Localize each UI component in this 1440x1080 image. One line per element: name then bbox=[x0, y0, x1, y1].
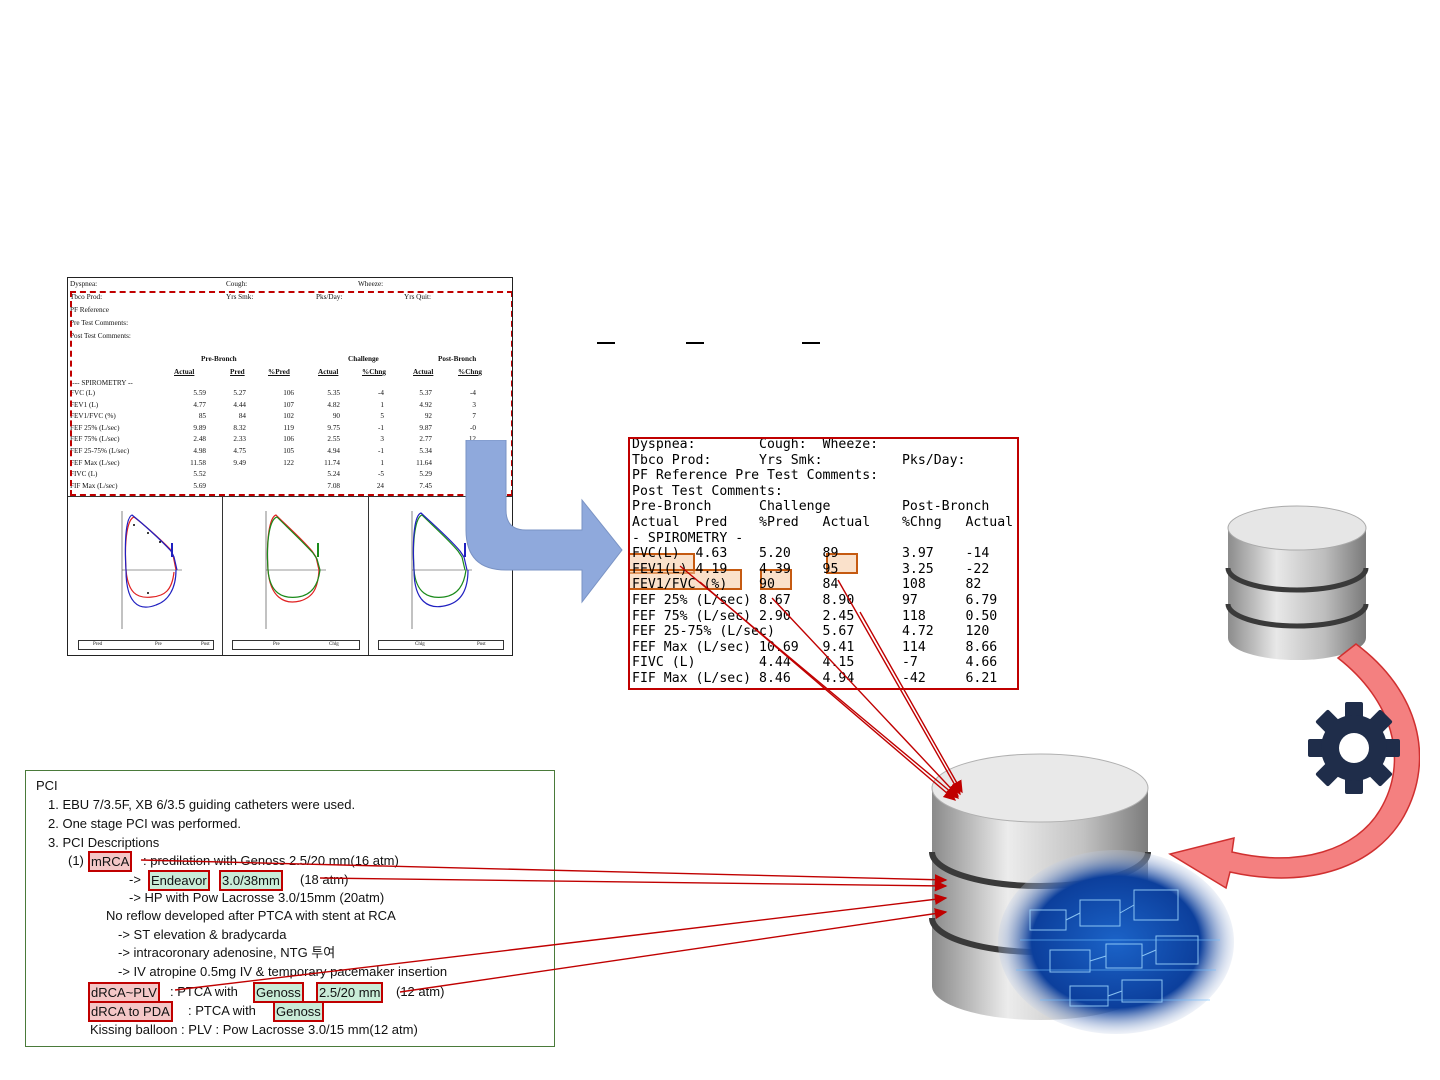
pci-desc-2-arrow: -> bbox=[129, 872, 141, 887]
flow-volume-graphs: Pred Pre Post Pre Chlg Chlg Post bbox=[68, 496, 512, 655]
legend-entry: Pred bbox=[93, 642, 103, 647]
pci-vessel-mrca: mRCA bbox=[88, 851, 133, 872]
pci-desc-3: -> HP with Pow Lacrosse 3.0/15mm (20atm) bbox=[129, 890, 385, 905]
ocr-line: FEF Max (L/sec) 10.69 9.41 114 8.66 bbox=[632, 639, 998, 655]
legend-entry: Chlg bbox=[329, 642, 339, 647]
pci-item-1: 1. EBU 7/3.5F, XB 6/3.5 guiding catheter… bbox=[48, 797, 356, 812]
pci-title: PCI bbox=[36, 778, 58, 793]
pci-desc-2-text: (18 atm) bbox=[300, 872, 349, 887]
ocr-line: Actual Pred %Pred Actual %Chng Actual bbox=[632, 515, 1014, 530]
pci-device-size: 2.5/20 mm bbox=[316, 982, 384, 1003]
dyspnea-label: Dyspnea: bbox=[70, 280, 98, 288]
gear-icon bbox=[1308, 702, 1400, 794]
legend-entry: Chlg bbox=[415, 642, 425, 647]
ocr-line: Post Test Comments: bbox=[632, 483, 783, 499]
flow-volume-loop-2 bbox=[265, 511, 326, 629]
ocr-line: Dyspnea: Cough: Wheeze: bbox=[632, 437, 879, 452]
legend-entry: Post bbox=[477, 642, 486, 647]
dash-mark-1 bbox=[597, 342, 615, 344]
ocr-line: FEF 75% (L/sec) 2.90 2.45 118 0.50 bbox=[632, 608, 998, 624]
pci-desc-8-mid: : PTCA with bbox=[170, 984, 238, 999]
pci-desc-7: -> IV atropine 0.5mg IV & temporary pace… bbox=[118, 964, 448, 979]
legend-entry: Pre bbox=[273, 642, 280, 647]
pci-report-box: PCI 1. EBU 7/3.5F, XB 6/3.5 guiding cath… bbox=[25, 770, 555, 1047]
pci-desc-1-prefix: (1) bbox=[68, 853, 84, 868]
cough-label: Cough: bbox=[226, 280, 248, 288]
ocr-line: - SPIROMETRY - bbox=[632, 530, 744, 546]
flow-volume-loop-1 bbox=[121, 511, 182, 629]
ocr-text-box: Dyspnea: Cough: Wheeze: Tbco Prod: Yrs Sm… bbox=[628, 437, 1019, 690]
pci-device-genoss-2: Genoss bbox=[273, 1001, 324, 1022]
dashed-selection-box bbox=[70, 291, 512, 496]
pci-desc-8-text: (12 atm) bbox=[396, 984, 445, 999]
pci-vessel-drca-pda: dRCA to PDA bbox=[88, 1001, 173, 1022]
pci-desc-1-text: : predilation with Genoss 2.5/20 mm(16 a… bbox=[143, 853, 399, 868]
ocr-line: FVC(L) 4.63 5.20 89 3.97 -14 bbox=[632, 546, 990, 562]
ocr-line: FEF 25-75% (L/sec) 5.67 4.72 120 bbox=[632, 624, 990, 640]
ocr-line: FIVC (L) 4.44 4.15 -7 4.66 bbox=[632, 655, 998, 671]
pci-stent-size: 3.0/38mm bbox=[219, 870, 283, 891]
pci-vessel-drca-plv: dRCA~PLV bbox=[88, 982, 160, 1003]
dash-mark-2 bbox=[686, 342, 704, 344]
pci-desc-6: -> intracoronary adenosine, NTG 투여 bbox=[118, 945, 336, 960]
ocr-line: FIF Max (L/sec) 8.46 4.94 -42 6.21 bbox=[632, 671, 998, 686]
pci-device-genoss-1: Genoss bbox=[253, 982, 304, 1003]
target-database-icon bbox=[929, 753, 1234, 1034]
ocr-line: FEV1/FVC (%) 90 84 108 82 bbox=[632, 577, 982, 593]
legend-entry: Post bbox=[201, 642, 210, 647]
dash-mark-3 bbox=[802, 342, 820, 344]
pci-desc-4: No reflow developed after PTCA with sten… bbox=[106, 908, 396, 923]
pci-item-3: 3. PCI Descriptions bbox=[48, 835, 160, 850]
graph-panel-2: Pre Chlg bbox=[222, 497, 369, 655]
graph-panel-1: Pred Pre Post bbox=[68, 497, 223, 655]
pci-desc-9-mid: : PTCA with bbox=[188, 1003, 256, 1018]
ocr-line: FEF 25% (L/sec) 8.67 8.90 97 6.79 bbox=[632, 593, 998, 608]
ocr-line: PF Reference Pre Test Comments: bbox=[632, 468, 879, 484]
ocr-line: FEV1(L) 4.19 4.39 95 3.25 -22 bbox=[632, 561, 990, 577]
conversion-arrow-icon bbox=[465, 440, 623, 604]
legend-entry: Pre bbox=[155, 642, 162, 647]
wheeze-label: Wheeze: bbox=[358, 280, 384, 288]
graph-legend-2: Pre Chlg bbox=[232, 640, 360, 650]
spirometry-report: Dyspnea: Cough: Wheeze: Tbco Prod: Yrs S… bbox=[67, 277, 513, 656]
pci-desc-10: Kissing balloon : PLV : Pow Lacrosse 3.0… bbox=[90, 1022, 418, 1037]
graph-legend-3: Chlg Post bbox=[378, 640, 504, 650]
graph-legend-1: Pred Pre Post bbox=[78, 640, 214, 650]
pci-desc-5: -> ST elevation & bradycarda bbox=[118, 927, 287, 942]
ocr-line: Pre-Bronch Challenge Post-Bronch bbox=[632, 499, 990, 515]
pci-stent-endeavor: Endeavor bbox=[148, 870, 210, 891]
pci-item-2: 2. One stage PCI was performed. bbox=[48, 816, 241, 831]
ocr-line: Tbco Prod: Yrs Smk: Pks/Day: bbox=[632, 452, 966, 468]
